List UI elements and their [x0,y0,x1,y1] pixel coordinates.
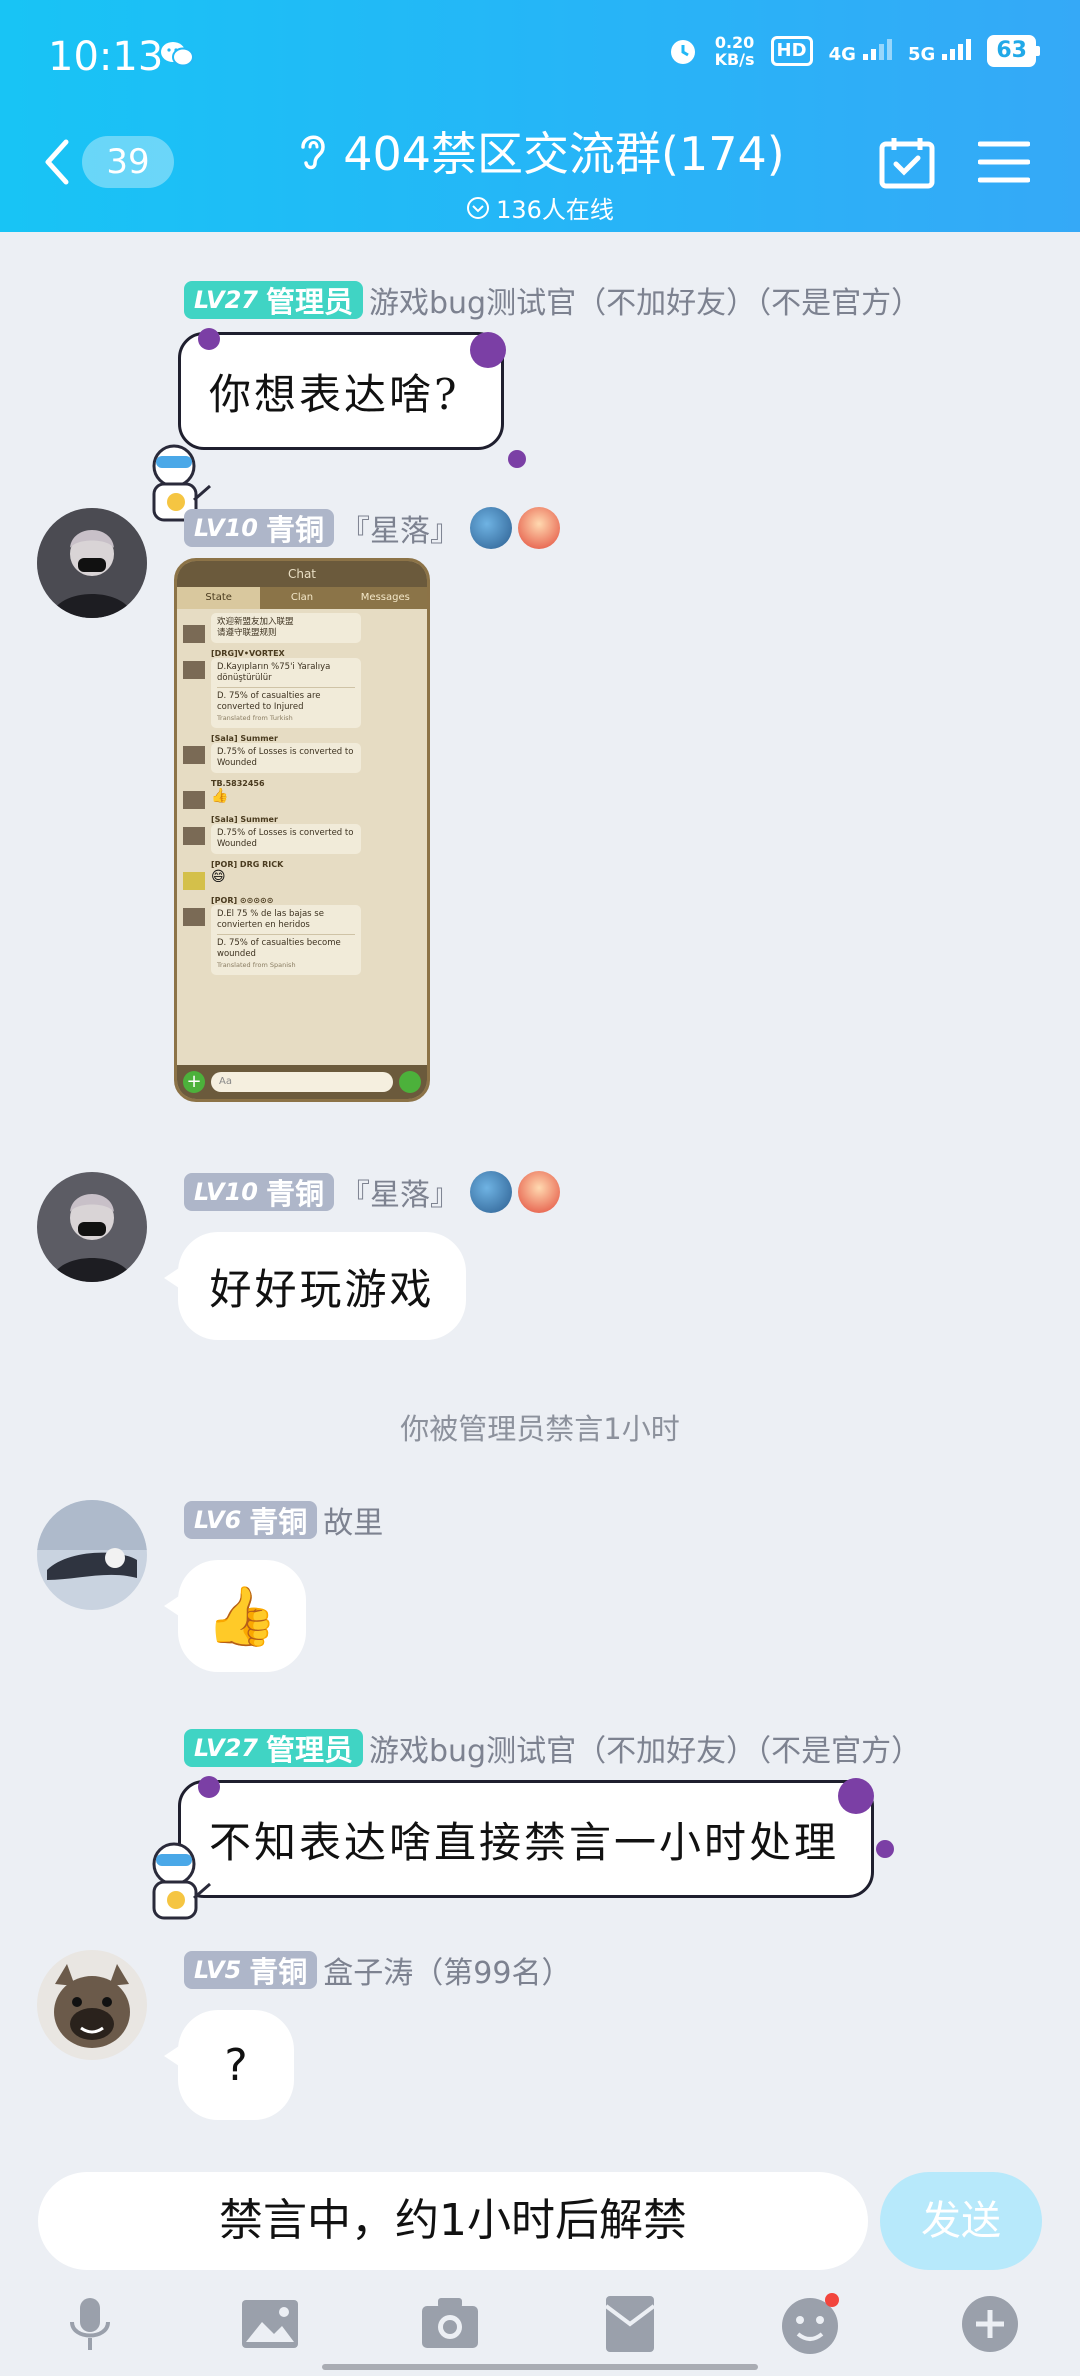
medal-icons [469,507,560,549]
message-text: 不知表达啥直接禁言一小时处理 [209,1817,840,1867]
virus-decoration-icon [198,1776,220,1798]
avatar[interactable] [37,1172,147,1282]
group-title: 404禁区交流群(174) [295,118,785,184]
chat-message-list[interactable]: LV27 管理员 游戏bug测试官（不加好友）（不是官方） 你想表达啥? LV1… [0,232,1080,2162]
level-badge: LV27 管理员 [184,1729,363,1767]
chat-header: 10:13 0.20 KB/s HD 4G 5G 63 39 404禁区交流群(… [0,0,1080,232]
calendar-check-icon[interactable] [878,134,936,190]
sender-name[interactable]: 故里 [323,1498,383,1542]
sender-line: LV6 青铜 故里 [184,1498,383,1542]
message-text: 你想表达啥? [209,369,460,419]
microphone-icon[interactable] [58,2292,122,2356]
alarm-icon [670,40,695,64]
game-chat-row: [POR] ⊙⊙⊙⊙⊙ D.El 75 % de las bajas se co… [183,896,421,975]
message-input-muted[interactable]: 禁言中，约1小时后解禁 [38,2172,868,2270]
thumbs-up-emoji: 👍 [205,1581,279,1650]
sender-name[interactable]: 游戏bug测试官（不加好友）（不是官方） [369,1726,921,1770]
avatar[interactable] [37,508,147,618]
wechat-notification-icon [161,42,194,67]
online-count: 136人在线 [466,190,614,225]
red-packet-icon[interactable] [598,2292,662,2356]
emoji-icon[interactable] [778,2292,842,2356]
game-chat-row: [Sala] Summer D.75% of Losses is convert… [183,734,421,773]
plus-icon[interactable] [958,2292,1022,2356]
message-text: ? [224,2039,248,2091]
game-chat-title: Chat [177,561,427,587]
message-text: 好好玩游戏 [209,1264,435,1314]
nav-bar: 39 404禁区交流群(174) 136人在线 [0,110,1080,232]
status-bar: 10:13 0.20 KB/s HD 4G 5G 63 [0,0,1080,110]
network-speed: 0.20 KB/s [714,33,755,69]
image-message[interactable]: Chat State Clan Messages 欢迎新盟友加入联盟 请遵守联盟规… [174,558,430,1102]
sender-name[interactable]: 『星落』 [340,1170,460,1214]
sim2-signal: 5G [908,38,972,65]
level-badge: LV10 青铜 [184,1173,334,1211]
virus-decoration-icon [198,328,220,350]
chevron-circle-icon [467,196,490,219]
system-mute-notice: 你被管理员禁言1小时 [400,1412,680,1446]
input-toolbar [0,2292,1080,2362]
sender-line: LV27 管理员 游戏bug测试官（不加好友）（不是官方） [184,1726,921,1770]
status-time: 10:13 [48,34,164,80]
virus-decoration-icon [470,332,506,368]
game-chat-input-bar: + Aa [177,1065,427,1099]
avatar[interactable] [37,1500,147,1610]
virus-decoration-icon [508,450,526,468]
level-badge: LV27 管理员 [184,281,363,319]
sim1-signal: 4G [829,38,892,65]
game-chat-row: TB.5832456 👍 [183,779,421,809]
sender-line: LV5 青铜 盒子涛（第99名） [184,1948,571,1992]
sender-name[interactable]: 盒子涛（第99名） [323,1948,571,1992]
battery-indicator: 63 [987,35,1040,67]
game-chat-row: [Sala] Summer D.75% of Losses is convert… [183,815,421,854]
dragon-medal-icon [469,1171,512,1213]
dragon-medal-icon [469,507,512,549]
input-area: 禁言中，约1小时后解禁 发送 [0,2162,1080,2376]
medal-icons [469,1171,560,1213]
status-indicators: 0.20 KB/s HD 4G 5G 63 [667,33,1040,69]
virus-decoration-icon [876,1840,894,1858]
mascot-medal-icon [517,1171,560,1213]
mascot-medal-icon [517,507,560,549]
doctor-sticker-icon [152,1842,211,1920]
virus-decoration-icon [838,1778,874,1814]
game-chat-tabs: State Clan Messages [177,587,427,609]
sender-name[interactable]: 游戏bug测试官（不加好友）（不是官方） [369,278,921,322]
home-indicator[interactable] [322,2364,758,2370]
send-button[interactable]: 发送 [880,2172,1042,2270]
menu-icon[interactable] [978,140,1030,184]
sender-line: LV27 管理员 游戏bug测试官（不加好友）（不是官方） [184,278,921,322]
sender-line: LV10 青铜 『星落』 [184,1170,560,1214]
message-bubble[interactable]: 好好玩游戏 [164,1232,466,1340]
image-icon[interactable] [238,2292,302,2356]
avatar[interactable] [37,1950,147,2060]
camera-icon[interactable] [418,2292,482,2356]
hd-volte-icon: HD [770,36,813,66]
level-badge: LV10 青铜 [184,509,334,547]
message-bubble[interactable]: 不知表达啥直接禁言一小时处理 [178,1780,874,1898]
ear-icon [301,135,326,170]
game-chat-body: 欢迎新盟友加入联盟 请遵守联盟规则 [DRG]V•VORTEX D.Kayıpla… [177,609,427,1065]
sender-name[interactable]: 『星落』 [340,506,460,550]
level-badge: LV6 青铜 [184,1501,318,1539]
message-bubble[interactable]: ? [164,2010,294,2120]
sender-line: LV10 青铜 『星落』 [184,506,560,550]
game-chat-row: [DRG]V•VORTEX D.Kayıpların %75'i Yaralıy… [183,649,421,728]
level-badge: LV5 青铜 [184,1951,318,1989]
message-bubble[interactable]: 你想表达啥? [178,332,504,450]
message-bubble[interactable]: 👍 [164,1560,306,1672]
game-chat-row: [POR] DRG RICK 😄 [183,860,421,890]
game-chat-row: 欢迎新盟友加入联盟 请遵守联盟规则 [183,613,421,643]
